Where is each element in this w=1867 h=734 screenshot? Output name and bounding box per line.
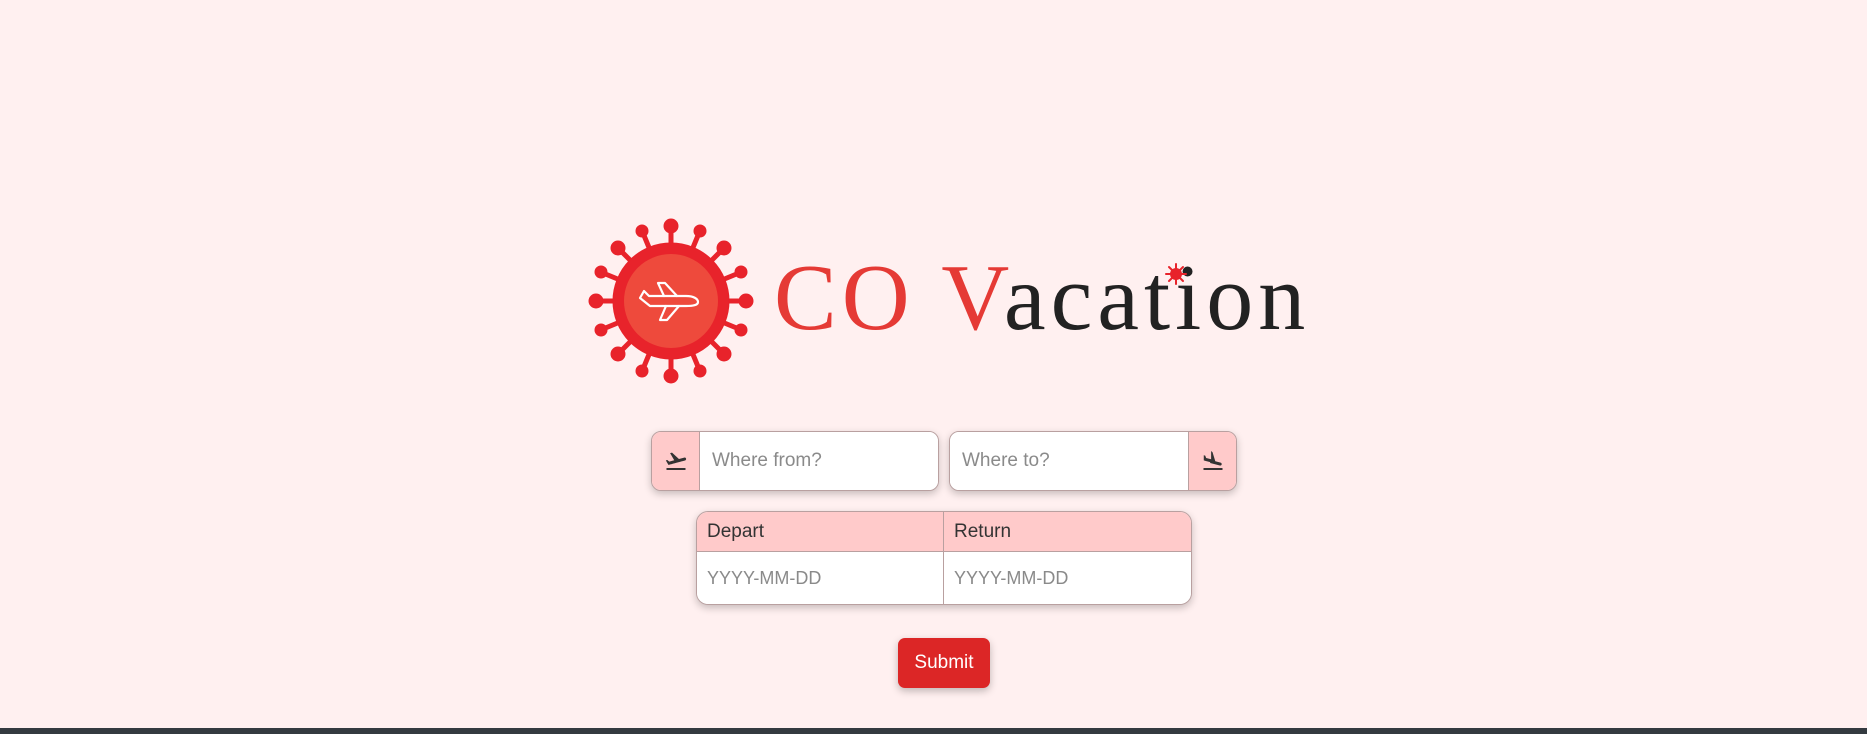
return-label: Return	[944, 512, 1191, 552]
to-group	[949, 431, 1237, 491]
from-group	[651, 431, 939, 491]
plane-arrival-icon	[1188, 432, 1236, 490]
footer-bar	[0, 728, 1867, 734]
dates-table: Depart Return	[696, 511, 1192, 605]
plane-departure-icon	[652, 432, 700, 490]
logo-text-red: CO V	[774, 246, 1004, 350]
depart-date-input[interactable]	[697, 552, 944, 604]
where-from-input[interactable]	[700, 432, 938, 490]
submit-button[interactable]: Submit	[898, 638, 990, 688]
virus-airplane-icon	[588, 218, 754, 384]
where-to-input[interactable]	[950, 432, 1188, 490]
logo: CO Vacation	[588, 218, 1305, 386]
page: CO Vacation Where from? Where to? Depart…	[0, 0, 1867, 734]
return-date-input[interactable]	[944, 552, 1191, 604]
logo-text-dark: acation	[1003, 246, 1311, 350]
route-row	[651, 431, 1237, 491]
depart-label: Depart	[697, 512, 944, 552]
virus-dot-icon	[1165, 263, 1187, 285]
logo-text: CO Vacation	[774, 248, 1310, 348]
